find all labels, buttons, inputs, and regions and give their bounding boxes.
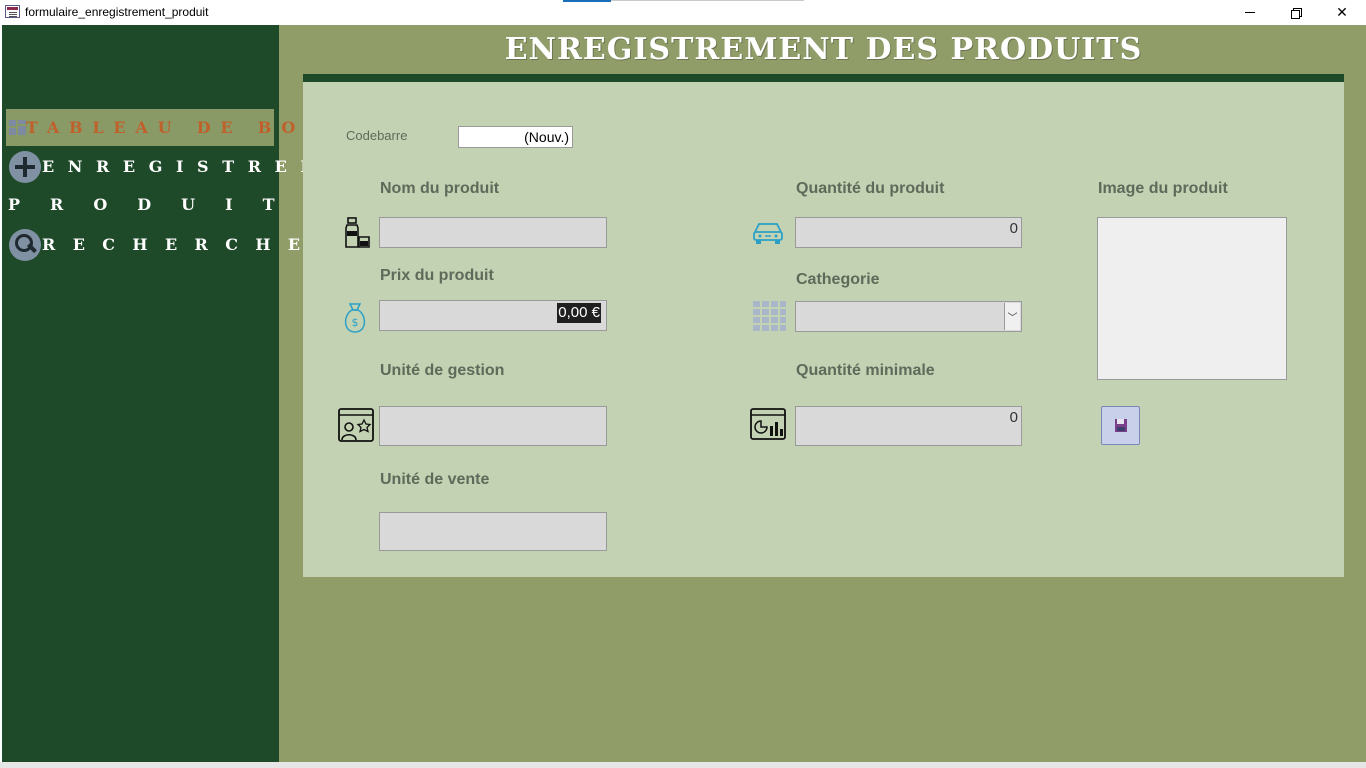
window-titlebar: formulaire_enregistrement_produit ✕ xyxy=(0,0,1366,25)
prix-produit-value: 0,00 € xyxy=(557,303,601,323)
codebarre-label: Codebarre xyxy=(346,128,408,143)
codebarre-field[interactable]: (Nouv.) xyxy=(458,126,573,148)
category-grid-icon xyxy=(753,301,786,331)
image-produit-label: Image du produit xyxy=(1098,180,1228,197)
sidebar-item-enregistrer[interactable]: ENREGISTRER xyxy=(6,150,314,184)
restore-button[interactable] xyxy=(1273,0,1319,25)
floppy-disk-icon xyxy=(1114,419,1127,432)
close-icon: ✕ xyxy=(1336,4,1348,20)
save-button[interactable] xyxy=(1101,406,1140,445)
sidebar-item-tableau-de-bord[interactable]: TABLEAU DE BORD xyxy=(6,109,342,146)
nom-produit-label: Nom du produit xyxy=(380,180,500,197)
quantite-produit-label: Quantité du produit xyxy=(796,180,945,197)
sidebar-item-label: RECHERCHE xyxy=(42,235,318,254)
unite-vente-label: Unité de vente xyxy=(380,471,490,488)
sidebar-item-produits[interactable]: PRODUITS xyxy=(6,190,316,220)
categorie-select[interactable]: ﹀ xyxy=(795,301,1022,332)
nom-produit-input[interactable] xyxy=(379,217,607,248)
profile-window-icon xyxy=(338,408,374,442)
prix-produit-input[interactable]: 0,00 € xyxy=(379,300,607,331)
quantite-minimale-input[interactable]: 0 xyxy=(795,406,1022,446)
minimize-icon xyxy=(1245,12,1255,13)
restore-icon xyxy=(1291,7,1302,19)
image-produit-frame[interactable] xyxy=(1097,217,1287,380)
dashboard-icon xyxy=(9,120,26,135)
sidebar-item-label: PRODUITS xyxy=(8,195,347,214)
bottle-glass-icon xyxy=(345,217,370,248)
prix-produit-label: Prix du produit xyxy=(380,267,494,284)
quantite-produit-input[interactable]: 0 xyxy=(795,217,1022,248)
search-icon xyxy=(9,229,41,261)
title-divider xyxy=(303,74,1344,82)
close-button[interactable]: ✕ xyxy=(1319,0,1365,25)
tab-accent-line xyxy=(563,0,611,2)
page-title: ENREGISTREMENT DES PRODUITS xyxy=(504,32,1143,67)
minimize-button[interactable] xyxy=(1227,0,1273,25)
window-title: formulaire_enregistrement_produit xyxy=(25,5,209,19)
tab-divider-line xyxy=(611,0,804,1)
status-bar xyxy=(0,762,1366,768)
form-app-icon xyxy=(5,5,20,18)
unite-gestion-label: Unité de gestion xyxy=(380,362,505,379)
money-bag-icon: $ xyxy=(344,303,366,333)
sidebar-item-label: ENREGISTRER xyxy=(42,157,328,176)
categorie-label: Cathegorie xyxy=(796,271,880,288)
unite-gestion-input[interactable] xyxy=(379,406,607,446)
sidebar-item-recherche[interactable]: RECHERCHE xyxy=(6,228,300,262)
plus-icon xyxy=(9,151,41,183)
svg-text:$: $ xyxy=(352,316,359,329)
unite-vente-input[interactable] xyxy=(379,512,607,551)
analytics-window-icon xyxy=(750,408,786,440)
car-icon xyxy=(753,223,783,244)
chevron-down-icon[interactable]: ﹀ xyxy=(1004,303,1020,330)
quantite-minimale-label: Quantité minimale xyxy=(796,362,935,379)
